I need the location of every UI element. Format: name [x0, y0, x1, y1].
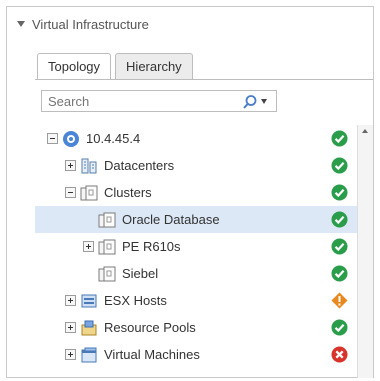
status-ok-icon: [331, 157, 348, 174]
cluster-icon: [98, 265, 116, 283]
cluster-icon: [80, 184, 98, 202]
tree-row-label: Resource Pools: [104, 320, 196, 335]
tree-row[interactable]: Oracle Database: [35, 206, 357, 233]
tree-row[interactable]: 10.4.45.4: [35, 125, 357, 152]
tree-row-label: Virtual Machines: [104, 347, 200, 362]
search-icon[interactable]: [242, 94, 258, 110]
tab-bar: Topology Hierarchy: [37, 53, 193, 80]
tree-row[interactable]: Resource Pools: [35, 314, 357, 341]
tree-row[interactable]: ESX Hosts: [35, 287, 357, 314]
scroll-up-arrow-icon[interactable]: [362, 129, 368, 133]
tree-row-label: ESX Hosts: [104, 293, 167, 308]
tree-row-label: Siebel: [122, 266, 159, 281]
expand-icon[interactable]: [65, 349, 76, 360]
expand-icon[interactable]: [65, 160, 76, 171]
tree-row[interactable]: Datacenters: [35, 152, 357, 179]
status-ok-icon: [331, 238, 348, 255]
tree-row-label: Datacenters: [104, 158, 175, 173]
tree-row-label: 10.4.45.4: [86, 131, 141, 146]
collapse-icon[interactable]: [47, 133, 58, 144]
status-ok-icon: [331, 265, 348, 282]
status-warning-icon: [331, 292, 348, 309]
status-ok-icon: [331, 130, 348, 147]
collapse-icon[interactable]: [65, 187, 76, 198]
tree-row[interactable]: PE R610s: [35, 233, 357, 260]
tab-hierarchy[interactable]: Hierarchy: [115, 53, 193, 79]
status-critical-icon: [331, 346, 348, 363]
virtual-infrastructure-panel: Virtual Infrastructure Topology Hierarch…: [6, 6, 374, 378]
tab-topology[interactable]: Topology: [37, 53, 112, 80]
search-input[interactable]: [42, 91, 244, 111]
expand-icon[interactable]: [83, 241, 94, 252]
expand-icon[interactable]: [65, 295, 76, 306]
status-ok-icon: [331, 319, 348, 336]
esx-host-icon: [80, 292, 98, 310]
tree-row[interactable]: Clusters: [35, 179, 357, 206]
topology-content: 10.4.45.4 Datacenters Clusters Oracle Datab…: [35, 79, 373, 378]
tree-scrollbar[interactable]: [357, 125, 373, 378]
tree-row[interactable]: Siebel: [35, 260, 357, 287]
vcenter-icon: [62, 130, 80, 148]
tree-row[interactable]: Virtual Machines: [35, 341, 357, 368]
expand-icon[interactable]: [65, 322, 76, 333]
resource-pool-icon: [80, 319, 98, 337]
status-ok-icon: [331, 211, 348, 228]
topology-tree: 10.4.45.4 Datacenters Clusters Oracle Datab…: [35, 125, 357, 378]
cluster-icon: [98, 238, 116, 256]
datacenter-icon: [80, 157, 98, 175]
virtual-machine-icon: [80, 346, 98, 364]
collapse-caret-icon[interactable]: [17, 21, 25, 27]
search-options-dropdown-icon[interactable]: [261, 99, 267, 104]
tree-row-label: Oracle Database: [122, 212, 220, 227]
tree-row-label: Clusters: [104, 185, 152, 200]
panel-title: Virtual Infrastructure: [32, 16, 149, 32]
panel-header[interactable]: Virtual Infrastructure: [7, 7, 373, 41]
tree-row-label: PE R610s: [122, 239, 181, 254]
status-ok-icon: [331, 184, 348, 201]
cluster-icon: [98, 211, 116, 229]
search-box: [41, 90, 277, 112]
